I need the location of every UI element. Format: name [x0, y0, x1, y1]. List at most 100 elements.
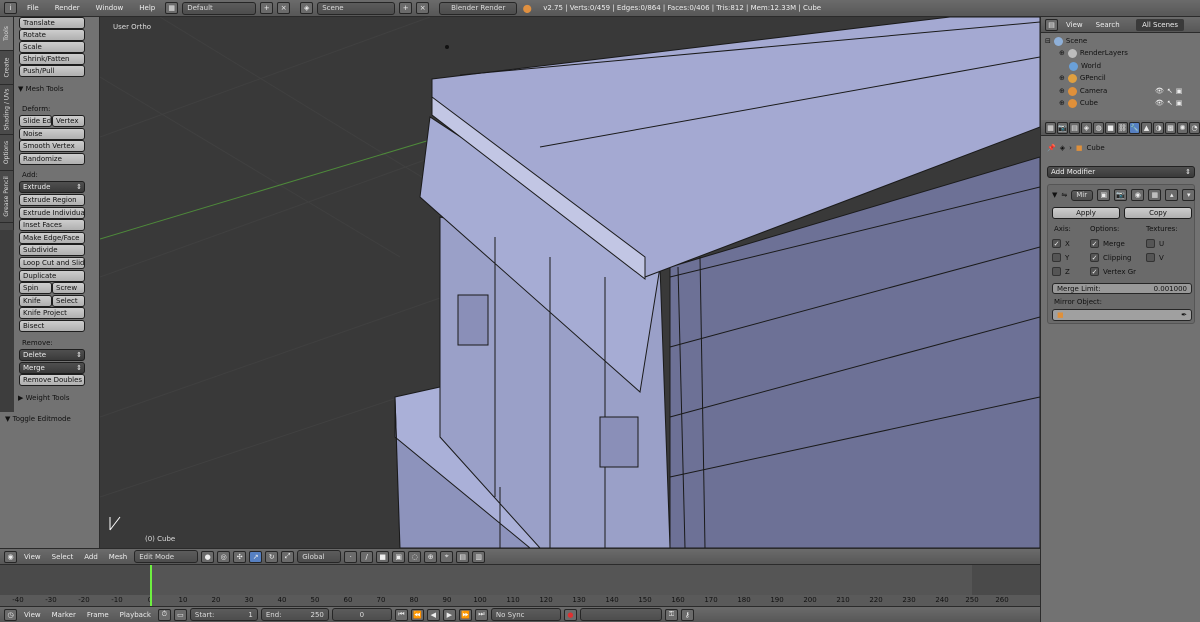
spin-button[interactable]: Spin — [19, 282, 52, 294]
menu-mesh[interactable]: Mesh — [105, 553, 131, 561]
prev-keyframe-icon[interactable]: ⏪ — [410, 608, 424, 621]
camera-render-icon[interactable]: ▣ — [1176, 99, 1183, 107]
keying-set-field[interactable] — [579, 608, 662, 621]
menu-view[interactable]: View — [20, 611, 45, 619]
editor-type-icon[interactable]: ◉ — [4, 550, 17, 563]
manipulator-icon[interactable]: ✣ — [233, 550, 247, 563]
show-in-editmode-icon[interactable]: ▣ — [1097, 189, 1111, 201]
slide-edge-button[interactable]: Slide Ed — [19, 115, 52, 127]
push-pull-button[interactable]: Push/Pull — [19, 65, 85, 77]
clipping-checkbox[interactable]: ✓ Clipping — [1090, 253, 1132, 262]
axis-z-checkbox[interactable]: Z — [1052, 267, 1070, 276]
bisect-button[interactable]: Bisect — [19, 320, 85, 332]
eye-icon[interactable]: 👁 — [1155, 87, 1164, 95]
scene-icon[interactable]: ◈ — [300, 2, 314, 14]
tab-create[interactable]: Create — [0, 51, 13, 85]
scene-tab-icon[interactable]: ◈ — [1081, 121, 1092, 134]
move-up-icon[interactable]: ▴ — [1165, 189, 1179, 201]
insert-keyframe-icon[interactable]: ⚿ — [664, 608, 678, 621]
menu-playback[interactable]: Playback — [116, 611, 155, 619]
axis-x-checkbox[interactable]: ✓ X — [1052, 239, 1070, 248]
menu-help[interactable]: Help — [133, 4, 161, 12]
opengl-render-icon[interactable]: ▤ — [456, 550, 470, 563]
show-in-viewport-icon[interactable]: ◉ — [1131, 189, 1145, 201]
face-select-icon[interactable]: ■ — [376, 550, 390, 563]
delete-keyframe-icon[interactable]: ⚷ — [680, 608, 694, 621]
start-frame-field[interactable]: Start: 1 — [189, 608, 258, 621]
remove-layout-icon[interactable]: × — [277, 2, 291, 14]
outliner-item-camera[interactable]: ⊕ Camera — [1059, 85, 1107, 97]
constraints-tab-icon[interactable]: ⛓ — [1117, 121, 1128, 134]
physics-tab-icon[interactable]: ◔ — [1189, 121, 1200, 134]
menu-select[interactable]: Select — [48, 553, 78, 561]
remove-scene-icon[interactable]: × — [416, 2, 430, 14]
copy-button[interactable]: Copy — [1124, 207, 1192, 219]
add-layout-icon[interactable]: + — [260, 2, 274, 14]
3d-viewport[interactable]: User Ortho (0) Cube — [100, 17, 1040, 548]
translate-manipulator-icon[interactable]: ↗ — [249, 550, 263, 563]
material-tab-icon[interactable]: ◑ — [1153, 121, 1164, 134]
cursor-icon[interactable]: ↖ — [1167, 99, 1173, 107]
knife-button[interactable]: Knife — [19, 295, 52, 307]
vertex-groups-checkbox[interactable]: ✓ Vertex Gr — [1090, 267, 1136, 276]
knife-project-button[interactable]: Knife Project — [19, 307, 85, 319]
cursor-icon[interactable]: ↖ — [1167, 87, 1173, 95]
add-scene-icon[interactable]: + — [399, 2, 413, 14]
screen-layout-icon[interactable]: ▦ — [165, 2, 179, 14]
make-edge-face-button[interactable]: Make Edge/Face — [19, 232, 85, 244]
delete-menu[interactable]: Delete ⇕ — [19, 349, 85, 361]
mode-select[interactable]: Edit Mode — [134, 550, 199, 563]
scale-button[interactable]: Scale — [19, 41, 85, 53]
play-reverse-icon[interactable]: ◀ — [426, 608, 440, 621]
randomize-button[interactable]: Randomize — [19, 153, 85, 165]
current-frame-field[interactable]: 0 — [331, 608, 392, 621]
camera-visibility-toggles[interactable]: 👁 ↖ ▣ — [1155, 85, 1182, 97]
outliner-item-gpencil[interactable]: ⊕ GPencil — [1059, 72, 1106, 84]
play-icon[interactable]: ▶ — [442, 608, 456, 621]
cube-visibility-toggles[interactable]: 👁 ↖ ▣ — [1155, 97, 1182, 109]
menu-frame[interactable]: Frame — [83, 611, 113, 619]
merge-limit-field[interactable]: Merge Limit: 0.001000 — [1052, 283, 1192, 294]
sync-select[interactable]: No Sync — [490, 608, 561, 621]
tab-tools[interactable]: Tools — [0, 17, 13, 51]
subdivide-button[interactable]: Subdivide — [19, 244, 85, 256]
render-tab-icon[interactable]: 📷 — [1057, 121, 1068, 134]
proportional-edit-icon[interactable]: ◌ — [408, 550, 422, 563]
outliner-item-scene[interactable]: ⊟ Scene — [1045, 35, 1087, 47]
edge-select-icon[interactable]: / — [360, 550, 374, 563]
scale-manipulator-icon[interactable]: ⤢ — [281, 550, 295, 563]
show-in-render-icon[interactable]: 📷 — [1114, 189, 1128, 201]
toggle-editmode-header[interactable]: ▼ Toggle Editmode — [5, 415, 71, 423]
vertex-slide-button[interactable]: Vertex — [52, 115, 85, 127]
info-editor-icon[interactable]: i — [4, 2, 17, 14]
opengl-anim-icon[interactable]: ▥ — [472, 550, 486, 563]
loop-cut-button[interactable]: Loop Cut and Slide — [19, 257, 85, 269]
texture-v-checkbox[interactable]: V — [1146, 253, 1164, 262]
smooth-vertex-button[interactable]: Smooth Vertex — [19, 140, 85, 152]
screen-layout-field[interactable]: Default — [182, 1, 257, 15]
noise-button[interactable]: Noise — [19, 128, 85, 140]
add-modifier-menu[interactable]: Add Modifier ⇕ — [1047, 166, 1195, 178]
texture-tab-icon[interactable]: ▩ — [1165, 121, 1176, 134]
rotate-button[interactable]: Rotate — [19, 29, 85, 41]
playhead[interactable] — [150, 565, 152, 607]
tab-grease-pencil[interactable]: Grease Pencil — [0, 171, 13, 223]
translate-button[interactable]: Translate — [19, 17, 85, 29]
outliner-item-cube[interactable]: ⊕ Cube — [1059, 97, 1098, 109]
menu-render[interactable]: Render — [49, 4, 86, 12]
texture-u-checkbox[interactable]: U — [1146, 239, 1164, 248]
menu-marker[interactable]: Marker — [48, 611, 80, 619]
orientation-select[interactable]: Global — [297, 550, 342, 563]
menu-window[interactable]: Window — [90, 4, 130, 12]
render-engine-select[interactable]: Blender Render — [439, 1, 518, 15]
world-tab-icon[interactable]: ◍ — [1093, 121, 1104, 134]
frame-range-icon[interactable]: ▭ — [173, 608, 187, 621]
scene-field[interactable]: Scene — [317, 1, 396, 15]
menu-view[interactable]: View — [20, 553, 45, 561]
outliner-editor-icon[interactable]: ▤ — [1045, 18, 1058, 31]
display-mode-select[interactable]: All Scenes — [1136, 18, 1184, 31]
weight-tools-header[interactable]: ▶ Weight Tools — [18, 394, 69, 402]
move-down-icon[interactable]: ▾ — [1182, 189, 1196, 201]
snap-icon[interactable]: ⊕ — [424, 550, 438, 563]
limit-selection-icon[interactable]: ▣ — [392, 550, 406, 563]
